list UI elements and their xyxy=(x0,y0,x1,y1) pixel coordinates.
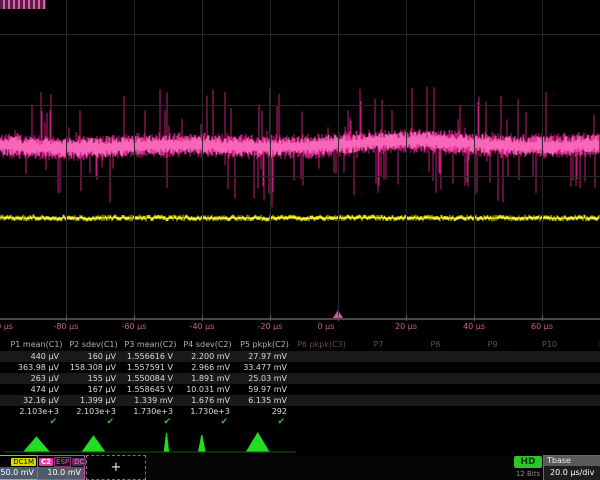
measurement-column-header[interactable]: P7 xyxy=(346,340,411,350)
measurement-cell: 32.16 µV xyxy=(8,396,59,406)
measurement-column-header[interactable]: P6 pkpk(C3) xyxy=(289,340,354,350)
measurement-cell: 155 µV xyxy=(65,374,116,384)
time-axis-label: -100 µs xyxy=(0,322,28,331)
measurement-cell: 1.558645 V xyxy=(122,385,173,395)
hd-mode-badge: HD xyxy=(514,456,542,468)
measurement-column-header[interactable]: P9 xyxy=(460,340,525,350)
measurement-cell: 2.103e+3 xyxy=(8,407,59,417)
gridline-vertical xyxy=(338,0,339,318)
measurement-cell: 1.730e+3 xyxy=(122,407,173,417)
c1-vdiv-value: 50.0 mV xyxy=(0,467,37,479)
measurement-column-header[interactable]: P3 mean(C2) xyxy=(118,340,183,350)
add-trace-button[interactable]: + xyxy=(86,455,146,480)
measurement-cell: 2.200 mV xyxy=(179,352,230,362)
measurement-cell: 2.966 mV xyxy=(179,363,230,373)
measurement-cell: 1.891 mV xyxy=(179,374,230,384)
status-check-icon: ✔ xyxy=(8,417,57,428)
time-axis: -100 µs -80 µs -60 µs -40 µs -20 µs0 µs 20 µs… xyxy=(0,321,600,335)
top-left-trace-label xyxy=(0,0,46,9)
descriptor-bar: DC1M 50.0 mV C2 ESP DC1M 10.0 mV + HD 12… xyxy=(0,455,600,480)
c1-coupling-badge: DC1M xyxy=(11,458,36,466)
channel-c1-descriptor[interactable]: DC1M 50.0 mV xyxy=(0,455,38,480)
time-axis-label: -80 µs xyxy=(36,322,96,331)
gridline-vertical xyxy=(542,0,543,318)
gridline-vertical xyxy=(270,0,271,318)
oscilloscope-screen: -100 µs -80 µs -60 µs -40 µs -20 µs0 µs 20 µs… xyxy=(0,0,600,480)
status-check-icon: ✔ xyxy=(179,417,228,428)
measurement-column-header[interactable]: P2 sdev(C1) xyxy=(61,340,126,350)
measurement-cell: 1.730e+3 xyxy=(179,407,230,417)
measurement-cell: 27.97 mV xyxy=(236,352,287,362)
c2-vdiv-value: 10.0 mV xyxy=(38,467,84,479)
timebase-title: Tbase xyxy=(544,456,600,466)
measurement-cell: 10.031 mV xyxy=(179,385,230,395)
measurement-cell: 1.556616 V xyxy=(122,352,173,362)
measurement-cell: 160 µV xyxy=(65,352,116,362)
gridline-vertical xyxy=(202,0,203,318)
measurement-cell: 474 µV xyxy=(8,385,59,395)
measurement-cell: 1.557591 V xyxy=(122,363,173,373)
channel-c2-descriptor[interactable]: C2 ESP DC1M 10.0 mV xyxy=(37,455,85,480)
measurement-cell: 33.477 mV xyxy=(236,363,287,373)
measurement-row: 363.98 µV 158.308 µV 1.557591 V 2.966 mV 33.… xyxy=(0,362,600,373)
measurement-row: 2.103e+3 2.103e+3 1.730e+3 1.730e+3 292 xyxy=(0,406,600,417)
c2-label-badge: C2 xyxy=(39,458,53,466)
gridline-vertical xyxy=(134,0,135,318)
measurement-cell: 167 µV xyxy=(65,385,116,395)
measurement-cell: 263 µV xyxy=(8,374,59,384)
status-check-icon: ✔ xyxy=(65,417,114,428)
measurement-cell: 2.103e+3 xyxy=(65,407,116,417)
time-axis-label: 60 µs xyxy=(512,322,572,331)
gridline-vertical xyxy=(474,0,475,318)
gridline-horizontal xyxy=(0,176,600,177)
time-axis-label: -40 µs xyxy=(172,322,232,331)
measurement-cell: 440 µV xyxy=(8,352,59,362)
histicon-shape xyxy=(10,433,291,452)
measurement-column-header[interactable]: P4 sdev(C2) xyxy=(175,340,240,350)
measurement-row: 263 µV 155 µV 1.550084 V 1.891 mV 25.03 mV xyxy=(0,373,600,384)
measurement-column-header[interactable]: P11 xyxy=(574,340,600,350)
time-axis-line xyxy=(0,318,600,320)
measurement-row: 474 µV 167 µV 1.558645 V 10.031 mV 59.97 mV xyxy=(0,384,600,395)
measurement-column-header[interactable]: P1 mean(C1) xyxy=(4,340,69,350)
measurement-status-row: ✔ ✔ ✔ ✔ ✔ xyxy=(0,417,600,428)
measurement-cell: 292 xyxy=(236,407,287,417)
measurement-column-header[interactable]: P10 xyxy=(517,340,582,350)
status-check-icon: ✔ xyxy=(122,417,171,428)
histicon-row xyxy=(0,431,600,454)
gridline-horizontal xyxy=(0,247,600,248)
histicon-canvas xyxy=(0,431,600,454)
measurement-cell: 25.03 mV xyxy=(236,374,287,384)
measurement-cell: 363.98 µV xyxy=(8,363,59,373)
measurement-column-header[interactable]: P8 xyxy=(403,340,468,350)
timebase-descriptor[interactable]: Tbase 20.0 µs/div xyxy=(543,455,600,480)
waveform-grid xyxy=(0,0,600,322)
timebase-value: 20.0 µs/div xyxy=(544,466,600,480)
measurement-row: 440 µV 160 µV 1.556616 V 2.200 mV 27.97 mV xyxy=(0,351,600,362)
gridline-horizontal xyxy=(0,34,600,35)
gridline-vertical xyxy=(66,0,67,318)
time-axis-label: -20 µs xyxy=(240,322,300,331)
status-check-icon: ✔ xyxy=(236,417,285,428)
measurement-table: P1 mean(C1)P2 sdev(C1)P3 mean(C2)P4 sdev… xyxy=(0,338,600,432)
c2-esp-badge: ESP xyxy=(54,457,71,467)
measurement-cell: 158.308 µV xyxy=(65,363,116,373)
gridline-horizontal xyxy=(0,105,600,106)
measurement-cell: 1.339 mV xyxy=(122,396,173,406)
time-axis-label: -60 µs xyxy=(104,322,164,331)
measurement-column-header[interactable]: P5 pkpk(C2) xyxy=(232,340,297,350)
measurement-cell: 1.550084 V xyxy=(122,374,173,384)
measurement-row: 32.16 µV 1.399 µV 1.339 mV 1.676 mV 6.135 mV xyxy=(0,395,600,406)
waveform-canvas xyxy=(0,0,600,322)
time-axis-label: 20 µs xyxy=(376,322,436,331)
gridline-vertical xyxy=(406,0,407,318)
measurement-cell: 1.676 mV xyxy=(179,396,230,406)
measurement-cell: 1.399 µV xyxy=(65,396,116,406)
measurement-cell: 59.97 mV xyxy=(236,385,287,395)
time-axis-label: 0 µs xyxy=(296,322,356,331)
measurement-cell: 6.135 mV xyxy=(236,396,287,406)
time-axis-label: 40 µs xyxy=(444,322,504,331)
